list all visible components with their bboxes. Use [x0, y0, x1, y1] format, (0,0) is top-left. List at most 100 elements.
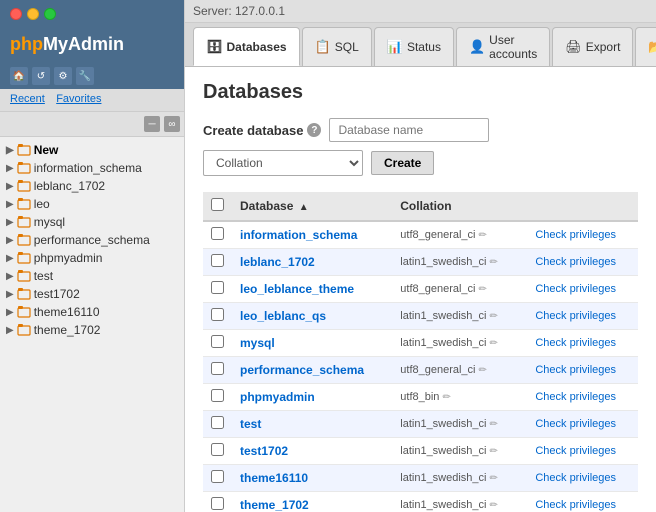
tab-import[interactable]: 📂 Import [635, 27, 656, 66]
refresh-icon[interactable]: ↺ [32, 67, 50, 85]
chevron-right-icon: ▶ [6, 307, 14, 318]
chevron-right-icon: ▶ [6, 235, 14, 246]
row-checkbox[interactable] [211, 308, 224, 321]
collation-edit-icon[interactable]: ✏ [490, 419, 498, 430]
db-name-cell[interactable]: leblanc_1702 [232, 249, 392, 276]
expand-icon[interactable]: ∞ [164, 116, 180, 132]
tree-item-mysql[interactable]: ▶ mysql [4, 213, 180, 231]
collation-cell: latin1_swedish_ci ✏ [392, 465, 527, 492]
collation-edit-icon[interactable]: ✏ [490, 257, 498, 268]
db-name-cell[interactable]: mysql [232, 330, 392, 357]
tree-item-leblanc-1702[interactable]: ▶ leblanc_1702 [4, 177, 180, 195]
collation-edit-icon[interactable]: ✏ [490, 446, 498, 457]
check-privileges-link[interactable]: Check privileges [527, 276, 638, 303]
collation-edit-icon[interactable]: ✏ [490, 311, 498, 322]
check-privileges-link[interactable]: Check privileges [527, 411, 638, 438]
row-checkbox[interactable] [211, 254, 224, 267]
check-privileges-link[interactable]: Check privileges [527, 492, 638, 512]
chevron-right-icon: ▶ [6, 199, 14, 210]
databases-table: Database ▲ Collation information_schema … [203, 192, 638, 512]
check-privileges-link[interactable]: Check privileges [527, 465, 638, 492]
help-icon[interactable]: ? [307, 123, 321, 137]
collation-edit-icon[interactable]: ✏ [442, 392, 450, 403]
tab-export[interactable]: 🖨 Export [552, 27, 633, 66]
user-accounts-tab-label: User accounts [489, 33, 537, 61]
row-checkbox-cell [203, 492, 232, 512]
row-checkbox[interactable] [211, 227, 224, 240]
collation-cell: utf8_general_ci ✏ [392, 357, 527, 384]
sidebar: phpMyAdmin 🏠 ↺ ⚙ 🔧 Recent Favorites ─ ∞ … [0, 0, 185, 512]
db-name-input[interactable] [329, 118, 489, 142]
create-button[interactable]: Create [371, 151, 434, 175]
user-accounts-tab-icon: 👤 [469, 39, 485, 55]
check-privileges-link[interactable]: Check privileges [527, 303, 638, 330]
favorites-link[interactable]: Favorites [56, 93, 101, 107]
db-name-cell[interactable]: test1702 [232, 438, 392, 465]
check-privileges-link[interactable]: Check privileges [527, 330, 638, 357]
tree-item-performance-schema[interactable]: ▶ performance_schema [4, 231, 180, 249]
row-checkbox[interactable] [211, 443, 224, 456]
db-name-cell[interactable]: theme16110 [232, 465, 392, 492]
tree-item-label: leo [34, 197, 50, 211]
tree-item-leo[interactable]: ▶ leo [4, 195, 180, 213]
select-all-checkbox[interactable] [211, 198, 224, 211]
sql-tab-label: SQL [335, 40, 359, 54]
collation-cell: latin1_swedish_ci ✏ [392, 303, 527, 330]
row-checkbox[interactable] [211, 335, 224, 348]
create-db-label: Create database ? [203, 123, 321, 138]
row-checkbox[interactable] [211, 497, 224, 510]
tree-item-information-schema[interactable]: ▶ information_schema [4, 159, 180, 177]
database-column-header[interactable]: Database ▲ [232, 192, 392, 221]
collation-edit-icon[interactable]: ✏ [490, 338, 498, 349]
tree-item-new[interactable]: ▶ New [4, 141, 180, 159]
collapse-icon[interactable]: ─ [144, 116, 160, 132]
tree-item-test1702[interactable]: ▶ test1702 [4, 285, 180, 303]
tree-item-theme-1702[interactable]: ▶ theme_1702 [4, 321, 180, 339]
db-name-cell[interactable]: theme_1702 [232, 492, 392, 512]
collation-edit-icon[interactable]: ✏ [490, 473, 498, 484]
collation-select[interactable]: Collation [203, 150, 363, 176]
collation-edit-icon[interactable]: ✏ [490, 500, 498, 511]
recent-link[interactable]: Recent [10, 93, 45, 107]
collation-edit-icon[interactable]: ✏ [479, 365, 487, 376]
row-checkbox[interactable] [211, 470, 224, 483]
tab-sql[interactable]: 📋 SQL [302, 27, 372, 66]
db-name-cell[interactable]: leo_leblance_theme [232, 276, 392, 303]
check-privileges-link[interactable]: Check privileges [527, 438, 638, 465]
collation-edit-icon[interactable]: ✏ [479, 230, 487, 241]
tree-item-label: theme16110 [34, 305, 100, 319]
collation-cell: latin1_swedish_ci ✏ [392, 330, 527, 357]
row-checkbox[interactable] [211, 281, 224, 294]
db-name-cell[interactable]: performance_schema [232, 357, 392, 384]
export-tab-icon: 🖨 [565, 39, 582, 55]
tab-user-accounts[interactable]: 👤 User accounts [456, 27, 550, 66]
db-name-cell[interactable]: phpmyadmin [232, 384, 392, 411]
minimize-button[interactable] [27, 8, 39, 20]
check-privileges-link[interactable]: Check privileges [527, 221, 638, 249]
check-privileges-link[interactable]: Check privileges [527, 384, 638, 411]
home-icon[interactable]: 🏠 [10, 67, 28, 85]
db-name-cell[interactable]: information_schema [232, 221, 392, 249]
close-button[interactable] [10, 8, 22, 20]
check-privileges-link[interactable]: Check privileges [527, 249, 638, 276]
tools-icon[interactable]: 🔧 [76, 67, 94, 85]
tree-item-phpmyadmin[interactable]: ▶ phpmyadmin [4, 249, 180, 267]
tree-item-test[interactable]: ▶ test [4, 267, 180, 285]
maximize-button[interactable] [44, 8, 56, 20]
db-name-cell[interactable]: leo_leblanc_qs [232, 303, 392, 330]
settings-icon[interactable]: ⚙ [54, 67, 72, 85]
db-icon [17, 270, 31, 282]
check-privileges-link[interactable]: Check privileges [527, 357, 638, 384]
row-checkbox[interactable] [211, 416, 224, 429]
tab-status[interactable]: 📊 Status [374, 27, 454, 66]
db-name-cell[interactable]: test [232, 411, 392, 438]
tree-item-theme16110[interactable]: ▶ theme16110 [4, 303, 180, 321]
row-checkbox-cell [203, 384, 232, 411]
tab-databases[interactable]: 🗄 Databases [193, 27, 300, 66]
collation-edit-icon[interactable]: ✏ [479, 284, 487, 295]
row-checkbox[interactable] [211, 362, 224, 375]
row-checkbox[interactable] [211, 389, 224, 402]
table-row: leo_leblanc_qs latin1_swedish_ci ✏ Check… [203, 303, 638, 330]
tree-item-label: phpmyadmin [34, 251, 103, 265]
page-title: Databases [203, 81, 638, 104]
